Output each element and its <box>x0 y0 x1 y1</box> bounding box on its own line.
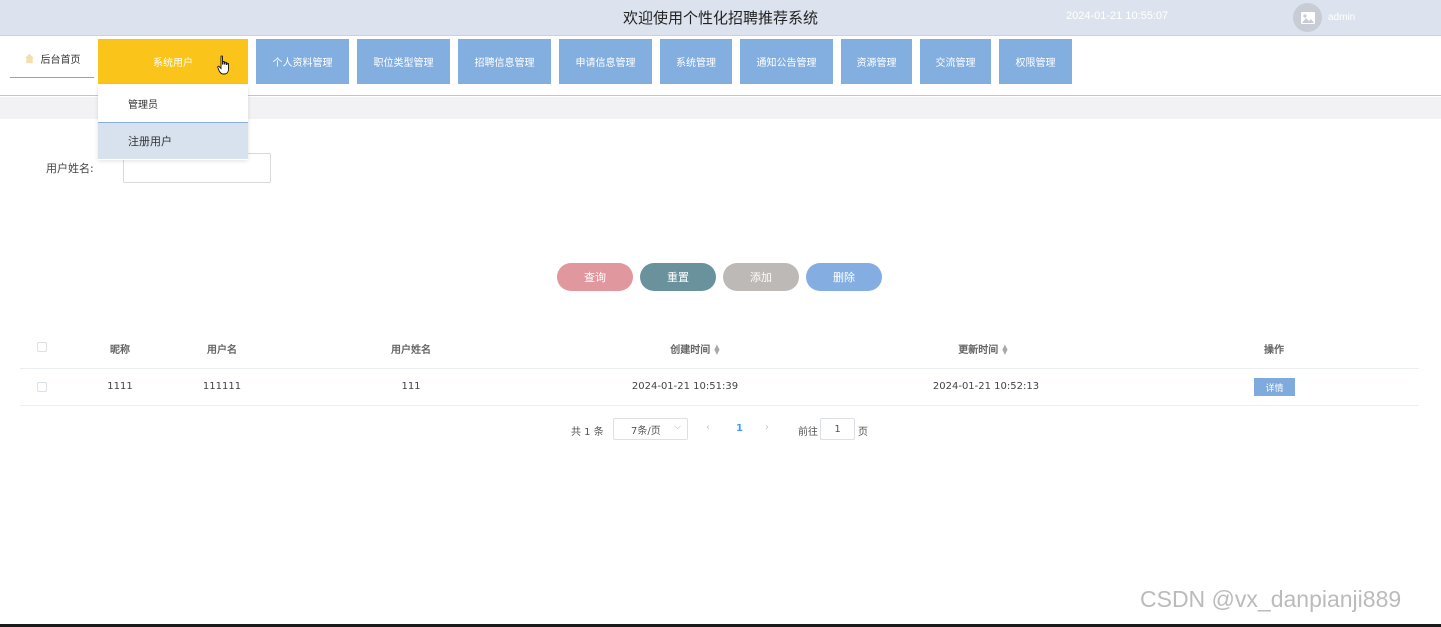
col-header-realname: 用户姓名 <box>391 345 431 356</box>
cell-username: 111111 <box>202 381 242 392</box>
cell-nickname: 1111 <box>107 381 133 392</box>
home-icon <box>24 53 34 64</box>
col-header-action: 操作 <box>1264 345 1284 356</box>
page-size-select[interactable]: 7条/页 ⌵ <box>613 418 688 440</box>
avatar[interactable] <box>1293 3 1322 32</box>
system-title: 欢迎使用个性化招聘推荐系统 <box>622 9 818 27</box>
sort-icon[interactable]: ▲ ▼ <box>1002 344 1007 356</box>
sort-icon[interactable]: ▲ ▼ <box>714 344 719 356</box>
page-number-current[interactable]: 1 <box>736 423 743 434</box>
col-header-username: 用户名 <box>207 345 237 356</box>
hand-cursor-icon <box>217 55 229 75</box>
watermark-text: CSDN @vx_danpianji889 <box>1140 586 1402 612</box>
page-size-value: 7条/页 <box>631 425 661 437</box>
next-page-icon[interactable]: › <box>765 422 769 433</box>
col-header-created[interactable]: 创建时间 ▲ ▼ <box>640 341 750 357</box>
image-icon <box>1300 11 1315 24</box>
delete-button[interactable]: 删除 <box>806 263 882 291</box>
col-header-updated-label: 更新时间 <box>958 345 999 356</box>
system-user-dropdown: 管理员 注册用户 <box>98 85 248 160</box>
top-header: 欢迎使用个性化招聘推荐系统 2024-01-21 10:55:07 admin <box>0 0 1441 36</box>
dropdown-item-admin[interactable]: 管理员 <box>98 85 248 122</box>
col-header-updated[interactable]: 更新时间 ▲ ▼ <box>928 341 1038 357</box>
prev-page-icon[interactable]: ‹ <box>706 422 710 433</box>
nav-item-resource[interactable]: 资源管理 <box>841 39 912 84</box>
select-all-checkbox[interactable] <box>37 342 47 352</box>
nav-item-profile[interactable]: 个人资料管理 <box>256 39 349 84</box>
nav-item-permission[interactable]: 权限管理 <box>999 39 1072 84</box>
page-unit-label: 页 <box>858 427 868 438</box>
search-label: 用户姓名: <box>46 162 94 175</box>
nav-item-system[interactable]: 系统管理 <box>660 39 732 84</box>
query-button[interactable]: 查询 <box>557 263 633 291</box>
cell-created: 2024-01-21 10:51:39 <box>631 381 739 392</box>
chevron-down-icon: ⌵ <box>674 422 681 432</box>
cell-realname: 111 <box>401 381 421 392</box>
cell-updated: 2024-01-21 10:52:13 <box>932 381 1040 392</box>
nav-item-application[interactable]: 申请信息管理 <box>559 39 652 84</box>
username-label[interactable]: admin <box>1328 12 1355 23</box>
nav-item-exchange[interactable]: 交流管理 <box>920 39 991 84</box>
nav-item-recruit-info[interactable]: 招聘信息管理 <box>458 39 551 84</box>
detail-button[interactable]: 详情 <box>1254 378 1295 396</box>
col-header-created-label: 创建时间 <box>670 345 711 356</box>
nav-item-notice[interactable]: 通知公告管理 <box>740 39 833 84</box>
row-checkbox[interactable] <box>37 382 47 392</box>
nav-home-label: 后台首页 <box>40 55 81 66</box>
add-button[interactable]: 添加 <box>723 263 799 291</box>
nav-item-job-type[interactable]: 职位类型管理 <box>357 39 450 84</box>
row-divider <box>20 405 1419 406</box>
nav-home[interactable]: 后台首页 <box>10 40 94 78</box>
goto-label: 前往 <box>798 427 818 438</box>
dropdown-item-registered-user[interactable]: 注册用户 <box>98 122 248 159</box>
pagination-total: 共 1 条 <box>571 427 604 438</box>
reset-button[interactable]: 重置 <box>640 263 716 291</box>
goto-page-input[interactable]: 1 <box>820 418 855 440</box>
col-header-nickname: 昵称 <box>110 345 130 356</box>
header-divider <box>20 368 1419 369</box>
current-datetime: 2024-01-21 10:55:07 <box>1066 10 1169 22</box>
